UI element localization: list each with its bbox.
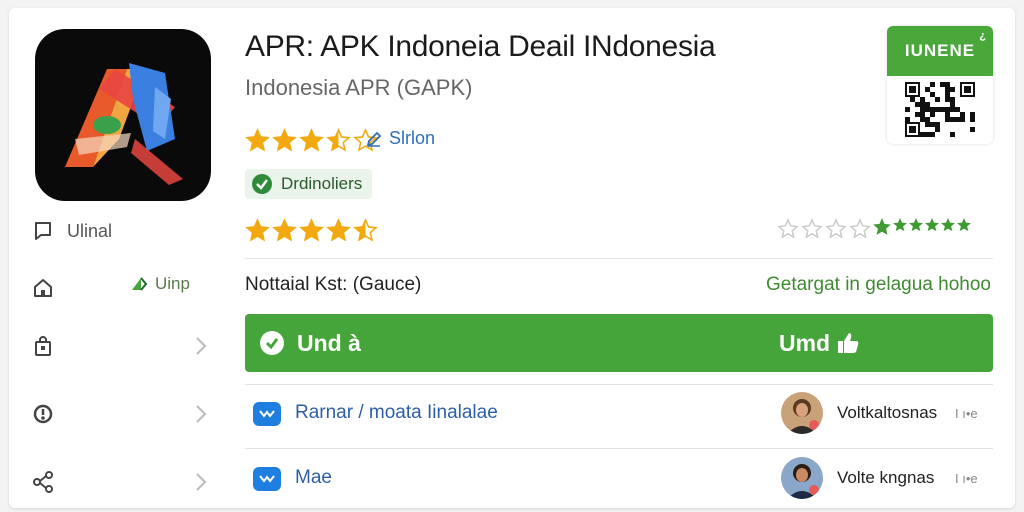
sidebar-item-bag[interactable]: [31, 334, 55, 358]
list-item[interactable]: Mae Volte kngnas I ı•e: [245, 451, 993, 508]
play-icon: [132, 277, 148, 291]
share-icon: [31, 470, 55, 494]
divider: [245, 384, 993, 385]
sidebar-item-share[interactable]: [31, 470, 55, 494]
star-icon: [272, 218, 297, 242]
chevron-right-icon[interactable]: [195, 404, 207, 424]
app-icon[interactable]: [35, 29, 211, 201]
avatar[interactable]: [781, 457, 823, 499]
chevron-right-icon[interactable]: [195, 472, 207, 492]
sidebar-item-label: Ulinal: [67, 220, 113, 241]
list-item-label: Mae: [295, 467, 332, 488]
star-icon: [873, 218, 891, 235]
bag-icon: [31, 334, 55, 358]
star-icon: [299, 128, 324, 152]
star-icon: [825, 218, 847, 239]
sidebar-item-ulinal[interactable]: Ulinal: [31, 219, 112, 243]
rating-stars-compare: [777, 218, 971, 240]
check-circle-icon: [252, 174, 272, 194]
star-icon: [801, 218, 823, 239]
person-name: Volte kngnas: [837, 468, 935, 487]
ratings-link[interactable]: Slrlon: [365, 128, 435, 149]
star-icon: [353, 218, 378, 242]
message-icon: [253, 467, 281, 491]
person-name: Voltkaltosnas: [837, 403, 938, 422]
person-meta: I ı•e: [955, 471, 978, 486]
install-button-label: Und à: [297, 330, 361, 356]
star-icon: [941, 218, 955, 232]
app-subtitle: Indonesia APR (GAPK): [245, 75, 473, 100]
pencil-icon: [366, 131, 382, 147]
thumbs-up-icon: [838, 333, 859, 353]
star-icon: [893, 218, 907, 232]
qr-code-card[interactable]: IUNENE ¿: [887, 26, 993, 144]
star-icon: [925, 218, 939, 232]
verified-badge: Drdinoliers: [245, 169, 373, 199]
star-icon: [777, 218, 799, 239]
star-icon: [272, 128, 297, 152]
shield-icon: [31, 402, 55, 426]
app-title: APR: APK Indoneia Deail INdonesia: [245, 30, 716, 63]
sidebar-item-shield[interactable]: [31, 402, 55, 426]
home-icon: [31, 276, 55, 300]
info-right-link[interactable]: Getargat in gelagua hohoo: [766, 274, 991, 296]
message-icon: [253, 402, 281, 426]
star-icon: [909, 218, 923, 232]
app-listing-card: Ulinal Uinp APR: APK Indoneia Deail INdo…: [9, 8, 1015, 508]
square-chat-icon: [31, 219, 55, 243]
star-icon: [326, 218, 351, 242]
qr-code-icon: [905, 82, 975, 137]
sidebar-item-home[interactable]: [31, 276, 55, 300]
ratings-link-label: Slrlon: [389, 128, 436, 148]
divider: [245, 448, 993, 449]
divider: [245, 258, 993, 259]
install-button-secondary-label: Umd: [779, 330, 831, 356]
qr-label: IUNENE: [904, 41, 976, 60]
info-left-text: Nottaial Kst: (Gauce): [245, 274, 422, 295]
star-icon: [245, 218, 270, 242]
list-item[interactable]: Rarnar / moata Iinalalae Voltkaltosnas I…: [245, 386, 993, 444]
star-icon: [957, 218, 971, 232]
person-meta: I ı•e: [955, 406, 978, 421]
chevron-right-icon[interactable]: [195, 336, 207, 356]
qr-header: IUNENE ¿: [887, 26, 993, 76]
install-button[interactable]: Und à Umd: [245, 314, 993, 372]
star-icon: [849, 218, 871, 239]
rating-stars-secondary: [245, 218, 378, 243]
list-item-label: Rarnar / moata Iinalalae: [295, 402, 498, 423]
badge-label: Drdinoliers: [281, 174, 363, 193]
star-icon: [245, 128, 270, 152]
qr-mini-mark: ¿: [979, 30, 987, 42]
rating-stars: [245, 128, 378, 153]
star-icon: [326, 128, 351, 152]
avatar[interactable]: [781, 392, 823, 434]
ump-label: Uinp: [155, 274, 190, 293]
star-icon: [299, 218, 324, 242]
ump-link[interactable]: Uinp: [129, 274, 190, 294]
check-circle-icon: [260, 331, 284, 355]
